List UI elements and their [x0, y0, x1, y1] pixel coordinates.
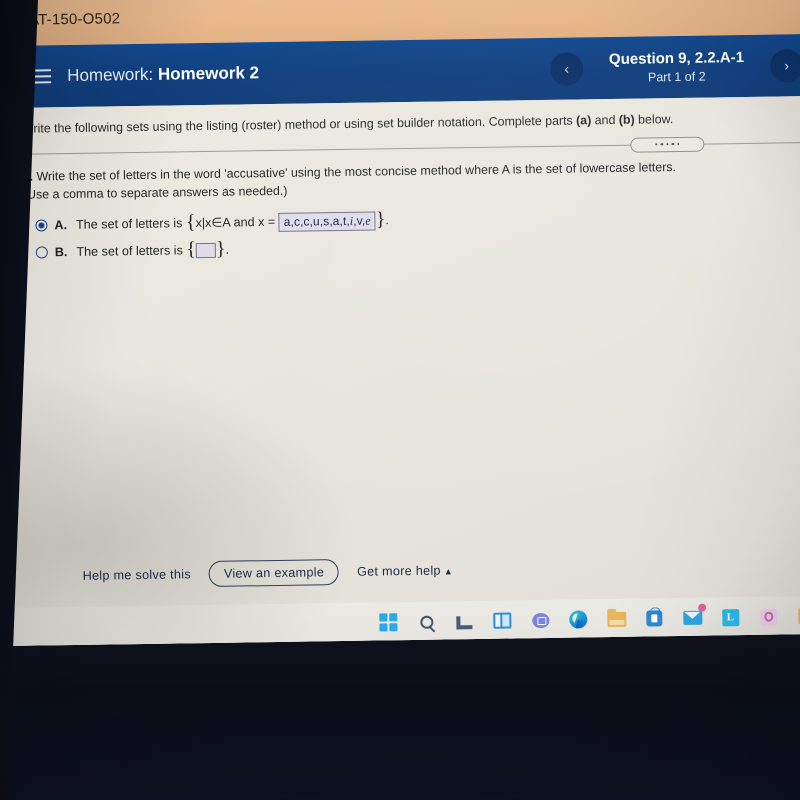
question-number-title: Question 9, 2.2.A-1 [608, 49, 745, 69]
chevron-right-icon: › [784, 57, 790, 74]
next-question-button[interactable]: › [769, 48, 800, 83]
file-explorer-icon[interactable] [605, 608, 627, 630]
choice-a[interactable]: A. The set of letters is {x|x∈A and x = … [35, 205, 800, 235]
choice-b-prefix: The set of letters is [76, 243, 183, 259]
question-content-area: Write the following sets using the listi… [3, 95, 800, 646]
answer-input-a[interactable]: a,c,c,u,s,a,t,i,v,e [278, 211, 376, 232]
dot-icon [655, 143, 658, 146]
assignment-title: Homework: Homework 2 [67, 63, 259, 86]
app-header: Homework: Homework 2 ‹ Question 9, 2.2.A… [2, 33, 800, 108]
radio-choice-b[interactable] [35, 246, 48, 259]
chevron-left-icon: ‹ [564, 60, 570, 77]
brace-close-icon: } [375, 207, 386, 231]
answer-a-part-2: ,v, [353, 213, 366, 228]
notification-badge-icon [698, 603, 707, 612]
answer-a-part-1: a,c,c,u,s,a,t, [283, 213, 350, 229]
get-more-help-label: Get more help [356, 563, 441, 579]
assignment-type-label: Homework: [67, 64, 154, 86]
windows-start-icon[interactable] [377, 611, 399, 633]
help-me-solve-this-link[interactable]: Help me solve this [83, 567, 191, 583]
question-part-label: Part 1 of 2 [647, 69, 706, 85]
choice-b-period: . [225, 242, 230, 257]
task-view-icon[interactable] [453, 610, 475, 632]
brace-close-icon: } [215, 237, 226, 260]
screen-content: MAT-150-O502 Homework: Homework 2 ‹ Ques… [2, 0, 800, 646]
choice-a-set-builder: x|x∈A and x = [195, 214, 276, 230]
answer-choices: A. The set of letters is {x|x∈A and x = … [19, 205, 800, 261]
get-more-help-link[interactable]: Get more help ▲ [356, 563, 454, 579]
brace-open-icon: { [186, 237, 197, 260]
laptop-screen-photo: MAT-150-O502 Homework: Homework 2 ‹ Ques… [0, 0, 800, 800]
dot-icon [671, 143, 675, 146]
help-actions-row: Help me solve this View an example Get m… [10, 552, 800, 590]
choice-a-letter: A. [54, 218, 68, 233]
teams-chat-icon[interactable] [529, 609, 551, 631]
expand-collapse-button[interactable] [630, 136, 705, 153]
prompt-part-2: and [591, 112, 619, 128]
choice-b-text: The set of letters is {}. [76, 237, 230, 260]
choice-a-prefix: The set of letters is [75, 215, 183, 232]
previous-question-button[interactable]: ‹ [549, 51, 584, 86]
prompt-part-3: below. [634, 112, 674, 127]
choice-b-letter: B. [54, 245, 68, 260]
prompt-bold-b: (b) [618, 112, 635, 127]
part-a-line-2: (Use a comma to separate answers as need… [22, 183, 288, 202]
dot-icon [660, 143, 664, 146]
office-icon[interactable] [757, 606, 779, 628]
pinned-app-icon[interactable] [795, 605, 800, 627]
dot-icon [666, 143, 669, 146]
caret-up-icon: ▲ [443, 566, 454, 577]
widgets-icon[interactable] [491, 609, 513, 631]
prompt-bold-a: (a) [576, 113, 592, 128]
radio-choice-a[interactable] [35, 219, 48, 232]
answer-input-b[interactable] [195, 242, 217, 259]
prompt-part-1: Write the following sets using the listi… [21, 113, 577, 136]
choice-a-text: The set of letters is {x|x∈A and x = a,c… [75, 207, 389, 235]
question-meta: Question 9, 2.2.A-1 Part 1 of 2 [583, 49, 771, 86]
brace-open-icon: { [185, 210, 196, 233]
lockdown-browser-icon[interactable]: L [719, 606, 741, 628]
view-an-example-button[interactable]: View an example [208, 559, 340, 587]
question-navigation: ‹ Question 9, 2.2.A-1 Part 1 of 2 › [549, 34, 800, 100]
microsoft-edge-icon[interactable] [567, 608, 589, 630]
mail-icon[interactable] [681, 603, 707, 629]
search-icon[interactable] [415, 611, 437, 633]
microsoft-store-icon[interactable] [643, 607, 665, 629]
dot-icon [677, 142, 680, 146]
choice-a-period: . [385, 212, 389, 227]
next-question-wrap: › [769, 48, 800, 83]
assignment-name: Homework 2 [157, 63, 260, 84]
answer-a-italic-e: e [365, 213, 371, 228]
choice-b[interactable]: B. The set of letters is {}. [35, 234, 800, 261]
